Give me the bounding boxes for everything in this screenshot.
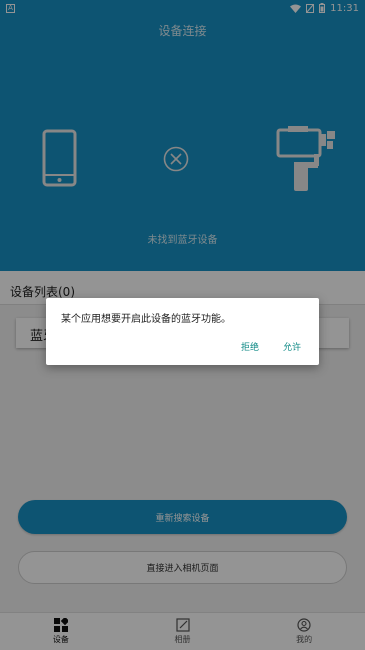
dialog-actions: 拒绝 允许: [241, 340, 301, 353]
dialog-message: 某个应用想要开启此设备的蓝牙功能。: [61, 314, 231, 325]
deny-button[interactable]: 拒绝: [241, 340, 259, 353]
allow-button[interactable]: 允许: [283, 340, 301, 353]
bluetooth-permission-dialog: 某个应用想要开启此设备的蓝牙功能。 拒绝 允许: [46, 298, 319, 365]
